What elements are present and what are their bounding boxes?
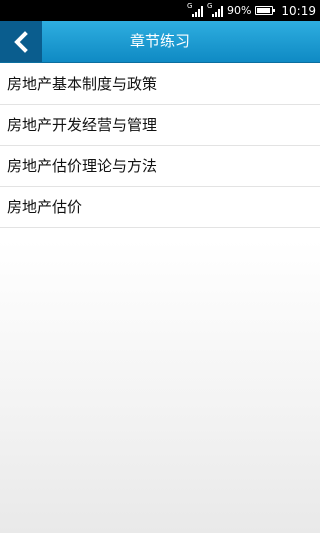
list-item-chapter-3[interactable]: 房地产估价理论与方法 — [0, 146, 320, 187]
list-item-chapter-1[interactable]: 房地产基本制度与政策 — [0, 64, 320, 105]
list-item-chapter-2[interactable]: 房地产开发经营与管理 — [0, 105, 320, 146]
signal-sim2-icon: G — [206, 1, 223, 18]
page-title: 章节练习 — [129, 32, 190, 50]
sim1-network-label: G — [186, 1, 193, 10]
battery-percent: 90% — [226, 4, 252, 17]
title-bar: 章节练习 — [0, 21, 320, 63]
status-bar: G G 90% 10:19 — [0, 0, 320, 21]
sim2-network-label: G — [206, 1, 213, 10]
clock: 10:19 — [281, 3, 316, 18]
status-icons: G G 90% 10:19 — [187, 0, 316, 21]
signal-sim1-icon: G — [186, 1, 203, 18]
list-item-chapter-4[interactable]: 房地产估价 — [0, 187, 320, 228]
chapter-list: 房地产基本制度与政策 房地产开发经营与管理 房地产估价理论与方法 房地产估价 — [0, 64, 320, 228]
battery-icon — [255, 6, 276, 15]
